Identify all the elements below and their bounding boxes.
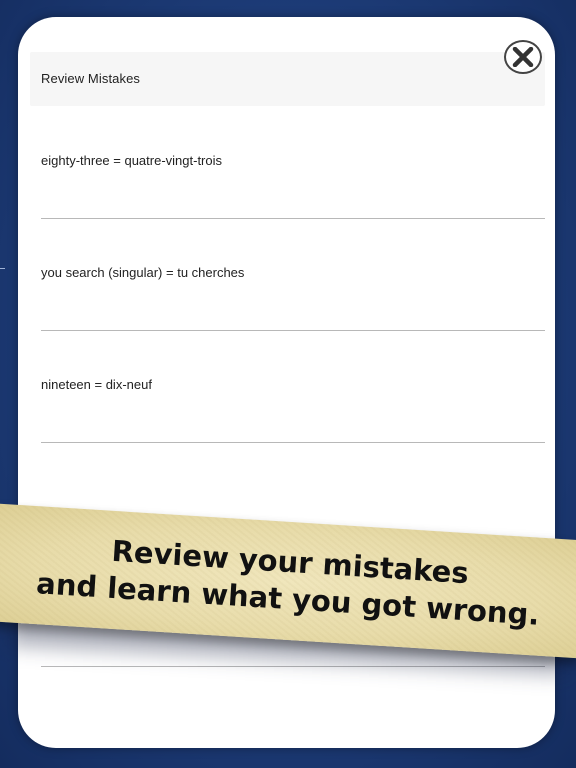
banner-text: Review your mistakes and learn what you …: [0, 526, 576, 637]
close-x-icon: [512, 47, 534, 67]
list-item[interactable]: you search (singular) = tu cherches: [41, 217, 545, 331]
mistake-text: eighty-three = quatre-vingt-trois: [41, 153, 223, 168]
edge-marker: [0, 268, 5, 269]
page-title: Review Mistakes: [41, 71, 141, 86]
mistake-text: you search (singular) = tu cherches: [41, 265, 245, 280]
mistake-text: nineteen = dix-neuf: [41, 377, 152, 392]
list-item[interactable]: nineteen = dix-neuf: [41, 329, 545, 443]
list-item[interactable]: eighty-three = quatre-vingt-trois: [41, 105, 545, 219]
modal-header: Review Mistakes: [30, 52, 545, 106]
close-button[interactable]: [504, 40, 542, 74]
